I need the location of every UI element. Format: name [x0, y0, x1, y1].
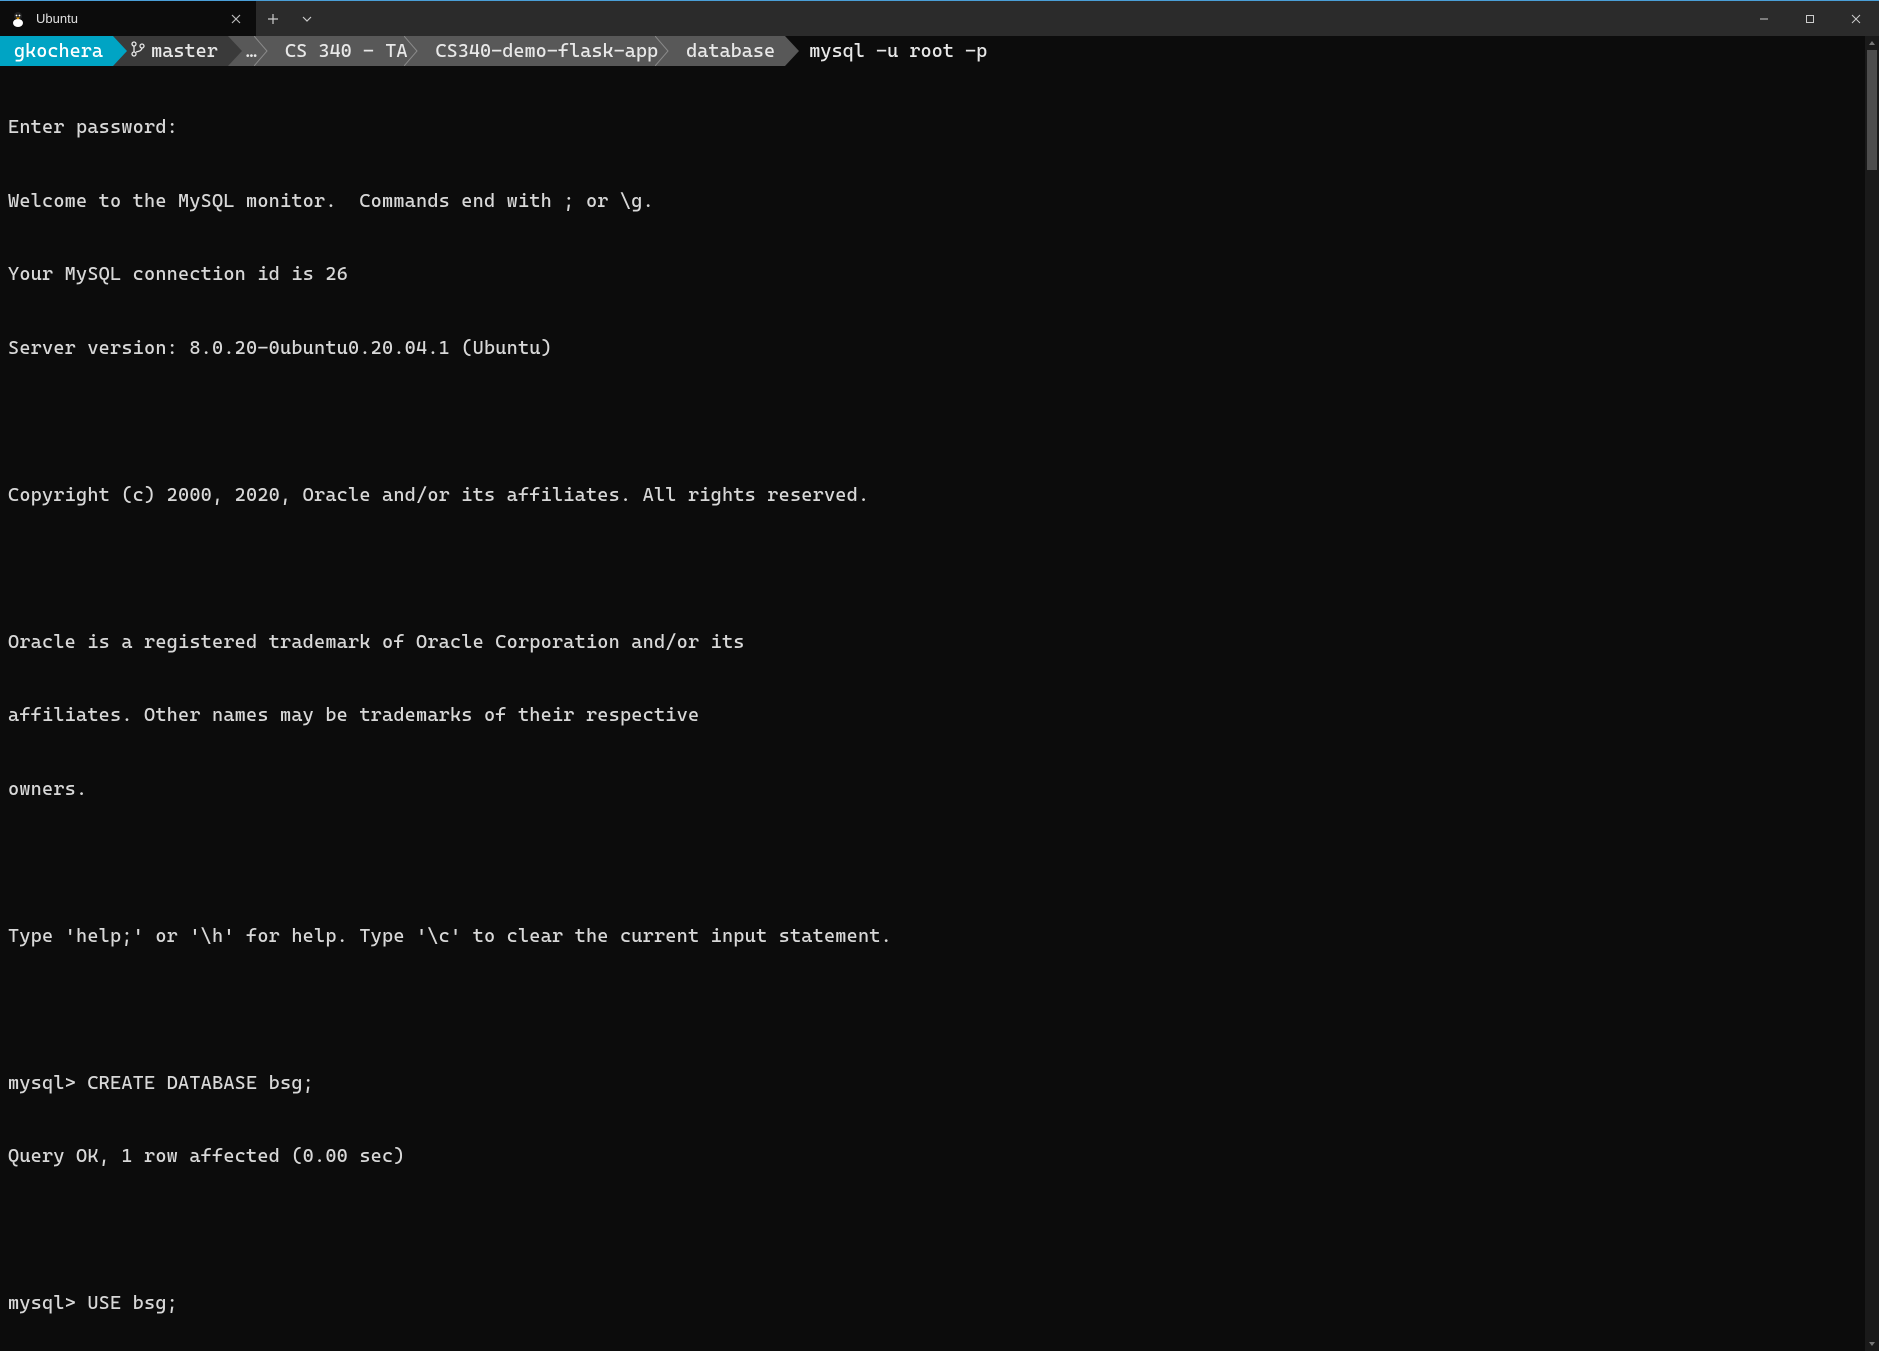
- blank-line: [8, 1218, 1865, 1243]
- tux-icon: [10, 11, 26, 27]
- close-tab-button[interactable]: [226, 9, 246, 29]
- close-window-button[interactable]: [1833, 1, 1879, 36]
- tab-dropdown-button[interactable]: [290, 1, 324, 36]
- window-controls: [1741, 1, 1879, 36]
- prompt-path-ellipsis: …: [246, 40, 257, 62]
- minimize-button[interactable]: [1741, 1, 1787, 36]
- output-line: Query OK, 1 row affected (0.00 sec): [8, 1144, 1865, 1169]
- maximize-button[interactable]: [1787, 1, 1833, 36]
- output-line: mysql> CREATE DATABASE bsg;: [8, 1071, 1865, 1096]
- output-line: Enter password:: [8, 115, 1865, 140]
- blank-line: [8, 556, 1865, 581]
- prompt-branch-segment: master: [113, 36, 228, 66]
- prompt-user-segment: gkochera: [0, 36, 113, 66]
- output-line: Welcome to the MySQL monitor. Commands e…: [8, 189, 1865, 214]
- prompt-path-2-segment: CS340-demo-flask-app: [417, 36, 668, 66]
- scrollbar-thumb[interactable]: [1867, 50, 1877, 170]
- git-branch-icon: [131, 40, 145, 62]
- prompt: gkochera master … CS 340 - TA CS340-demo…: [0, 36, 1879, 66]
- new-tab-button[interactable]: [256, 1, 290, 36]
- output-line: Your MySQL connection id is 26: [8, 262, 1865, 287]
- output-line: owners.: [8, 777, 1865, 802]
- prompt-path-2: CS340-demo-flask-app: [435, 40, 658, 62]
- prompt-path-1: CS 340 - TA: [285, 40, 407, 62]
- titlebar: Ubuntu: [0, 0, 1879, 36]
- output-line: Copyright (c) 2000, 2020, Oracle and/or …: [8, 483, 1865, 508]
- prompt-path-3: database: [686, 40, 775, 62]
- titlebar-drag-area[interactable]: [324, 1, 1741, 36]
- output-line: Server version: 8.0.20-0ubuntu0.20.04.1 …: [8, 336, 1865, 361]
- scroll-up-icon[interactable]: [1865, 36, 1879, 50]
- blank-line: [8, 997, 1865, 1022]
- prompt-command: mysql -u root -p: [785, 36, 987, 66]
- scrollbar[interactable]: [1865, 36, 1879, 1351]
- prompt-user: gkochera: [14, 40, 103, 62]
- prompt-path-3-segment: database: [668, 36, 785, 66]
- output-line: affiliates. Other names may be trademark…: [8, 703, 1865, 728]
- tab-title: Ubuntu: [36, 11, 216, 26]
- blank-line: [8, 850, 1865, 875]
- output-line: Oracle is a registered trademark of Orac…: [8, 630, 1865, 655]
- terminal[interactable]: gkochera master … CS 340 - TA CS340-demo…: [0, 36, 1879, 1351]
- output-line: Type 'help;' or '\h' for help. Type '\c'…: [8, 924, 1865, 949]
- prompt-path-1-segment: CS 340 - TA: [267, 36, 417, 66]
- tab-ubuntu[interactable]: Ubuntu: [0, 1, 256, 36]
- prompt-branch: master: [151, 40, 218, 62]
- scroll-down-icon[interactable]: [1865, 1337, 1879, 1351]
- blank-line: [8, 409, 1865, 434]
- terminal-output: Enter password: Welcome to the MySQL mon…: [0, 66, 1879, 1351]
- output-line: mysql> USE bsg;: [8, 1291, 1865, 1316]
